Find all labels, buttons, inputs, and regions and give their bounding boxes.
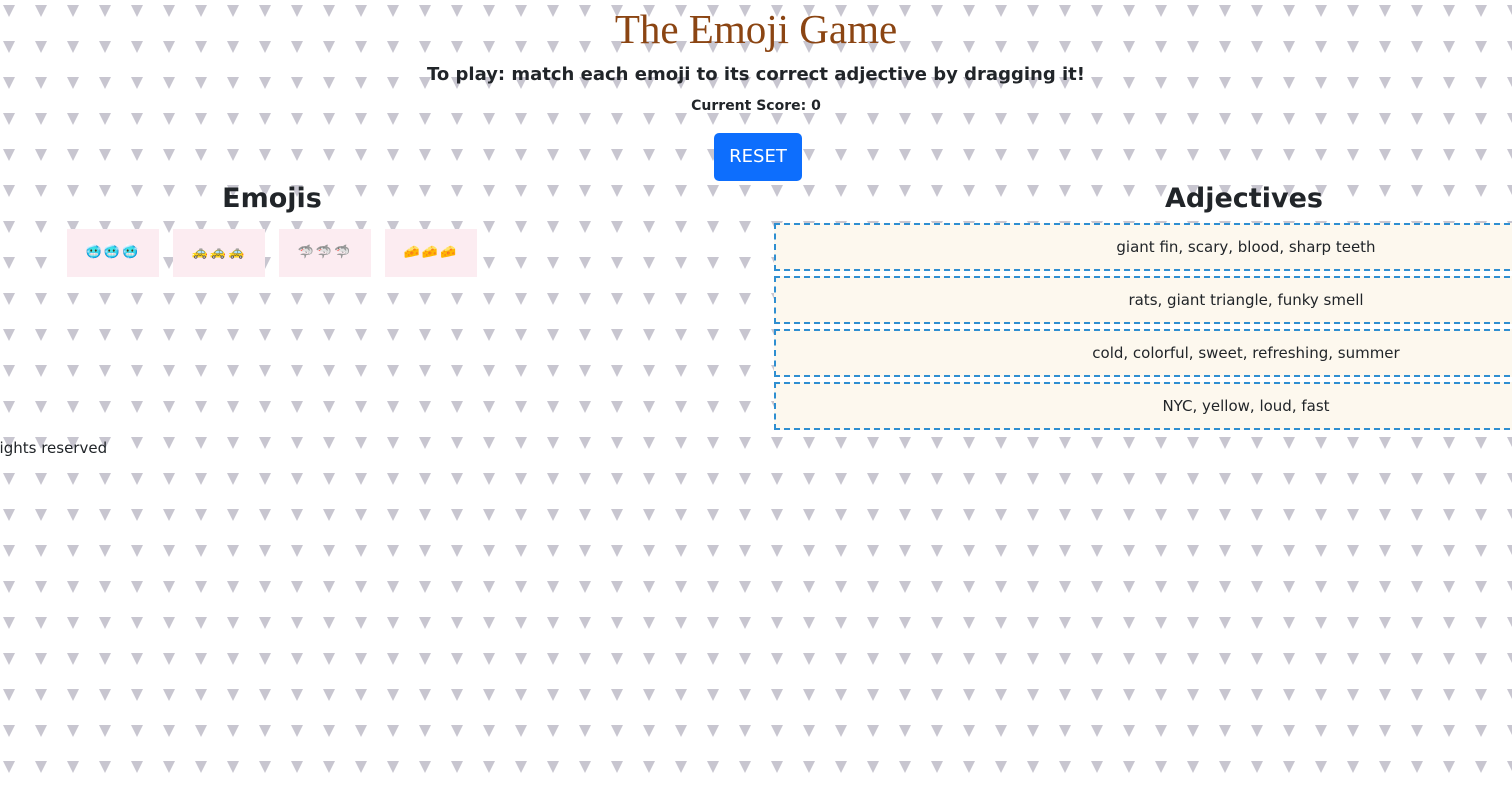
adjective-label: rats, giant triangle, funky smell bbox=[1128, 291, 1364, 309]
current-score: Current Score: 0 bbox=[691, 98, 821, 114]
adjective-dropzone-taxi[interactable]: NYC, yellow, loud, fast bbox=[774, 382, 1512, 430]
adjective-dropzone-cheese[interactable]: rats, giant triangle, funky smell bbox=[774, 276, 1512, 324]
emoji-tile-cheese[interactable]: 🧀🧀🧀 bbox=[385, 229, 477, 277]
adjective-dropzone-cold[interactable]: cold, colorful, sweet, refreshing, summe… bbox=[774, 329, 1512, 377]
emoji-tile-taxi[interactable]: 🚕🚕🚕 bbox=[173, 229, 265, 277]
emojis-heading: Emojis bbox=[222, 183, 322, 214]
footer-copyright: All rights reserved bbox=[0, 439, 108, 457]
emoji-tile-shark[interactable]: 🦈🦈🦈 bbox=[279, 229, 371, 277]
adjective-label: giant fin, scary, blood, sharp teeth bbox=[1116, 238, 1376, 256]
adjectives-heading: Adjectives bbox=[1165, 183, 1323, 214]
adjective-label: NYC, yellow, loud, fast bbox=[1162, 397, 1330, 415]
emoji-tile-cold-face[interactable]: 🥶🥶🥶 bbox=[67, 229, 159, 277]
adjective-dropzone-shark[interactable]: giant fin, scary, blood, sharp teeth bbox=[774, 223, 1512, 271]
reset-button[interactable]: RESET bbox=[714, 133, 802, 181]
instructions-text: To play: match each emoji to its correct… bbox=[427, 64, 1085, 85]
page-title: The Emoji Game bbox=[614, 6, 898, 52]
adjective-label: cold, colorful, sweet, refreshing, summe… bbox=[1092, 344, 1400, 362]
